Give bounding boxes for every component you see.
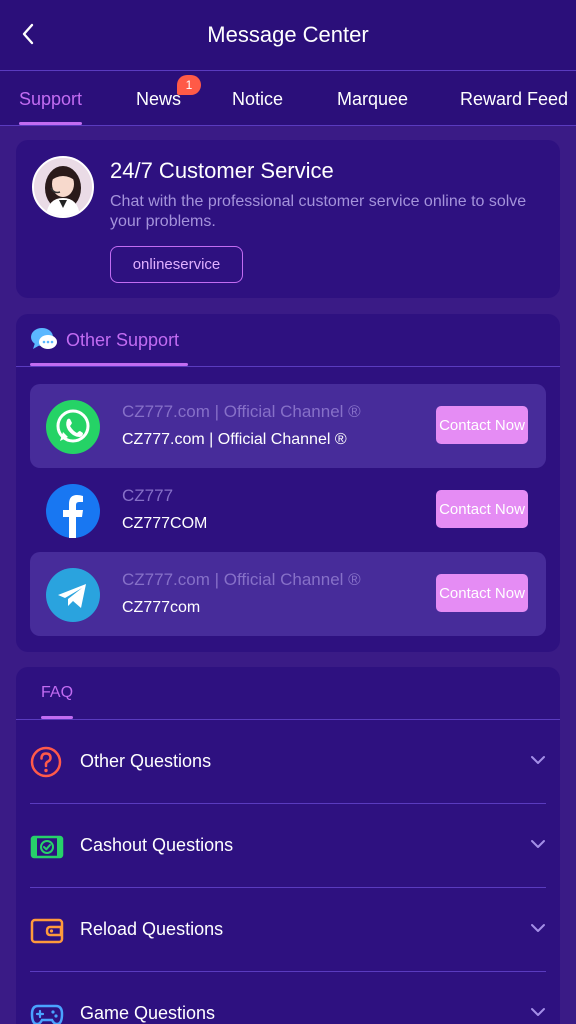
contact-now-button[interactable]: Contact Now	[436, 574, 528, 612]
tab-news[interactable]: News 1	[136, 71, 202, 125]
channel-whatsapp: CZ777.com | Official Channel ® CZ777.com…	[30, 384, 546, 468]
channel-handle: CZ777COM	[122, 515, 208, 532]
channel-name: CZ777	[122, 486, 174, 505]
other-support-heading: Other Support	[66, 330, 180, 350]
customer-service-card: 24/7 Customer Service Chat with the prof…	[16, 140, 560, 298]
faq-header: FAQ	[16, 667, 560, 720]
channel-handle: CZ777com	[122, 599, 201, 616]
agent-avatar-icon	[34, 158, 92, 216]
avatar	[32, 156, 94, 218]
faq-heading: FAQ	[41, 684, 74, 701]
customer-service-title: 24/7 Customer Service	[110, 158, 334, 183]
whatsapp-icon	[46, 400, 100, 454]
chevron-left-icon	[22, 23, 34, 45]
active-underline	[30, 363, 188, 366]
chevron-down-icon	[531, 924, 545, 932]
tab-reward-feed[interactable]: Reward Feed	[460, 71, 568, 125]
customer-service-description: Chat with the professional customer serv…	[110, 193, 527, 230]
faq-item-other[interactable]: Other Questions	[30, 720, 546, 804]
faq-item-reload[interactable]: Reload Questions	[30, 888, 546, 972]
cash-icon	[30, 835, 64, 859]
tab-marquee[interactable]: Marquee	[337, 71, 408, 125]
faq-item-cashout[interactable]: Cashout Questions	[30, 804, 546, 888]
faq-item-game[interactable]: Game Questions	[30, 972, 546, 1024]
contact-now-button[interactable]: Contact Now	[436, 490, 528, 528]
tab-support[interactable]: Support	[19, 71, 83, 125]
back-button[interactable]	[16, 22, 40, 46]
chevron-down-icon	[531, 840, 545, 848]
unread-badge: 1	[177, 75, 202, 95]
tab-notice[interactable]: Notice	[232, 71, 283, 125]
faq-item-label: Reload Questions	[80, 919, 224, 939]
contact-now-button[interactable]: Contact Now	[436, 406, 528, 444]
chat-bubbles-icon	[31, 328, 57, 349]
other-support-header: Other Support	[16, 314, 560, 367]
online-service-button[interactable]: onlineservice	[110, 246, 243, 283]
page-title: Message Center	[207, 22, 369, 47]
tab-bar: Support News 1 Notice Marquee Reward Fee…	[0, 70, 576, 126]
channel-handle: CZ777.com | Official Channel ®	[122, 431, 347, 448]
telegram-icon	[46, 568, 100, 622]
channel-name: CZ777.com | Official Channel ®	[122, 570, 361, 589]
top-bar: Message Center	[0, 0, 576, 70]
wallet-icon	[30, 918, 64, 944]
faq-item-label: Game Questions	[80, 1003, 216, 1023]
faq-item-label: Other Questions	[80, 751, 212, 771]
chevron-down-icon	[531, 756, 545, 764]
channel-facebook: CZ777 CZ777COM Contact Now	[30, 468, 546, 552]
channel-telegram: CZ777.com | Official Channel ® CZ777com …	[30, 552, 546, 636]
channel-name: CZ777.com | Official Channel ®	[122, 402, 361, 421]
chevron-down-icon	[531, 1008, 545, 1016]
other-support-card: Other Support CZ777.com | Official Chann…	[16, 314, 560, 652]
question-icon	[30, 746, 62, 778]
facebook-icon	[46, 484, 100, 538]
active-underline	[41, 716, 73, 719]
faq-item-label: Cashout Questions	[80, 835, 234, 855]
faq-card: FAQ Other Questions Cashout Questions Re…	[16, 667, 560, 1024]
gamepad-icon	[30, 1004, 64, 1024]
